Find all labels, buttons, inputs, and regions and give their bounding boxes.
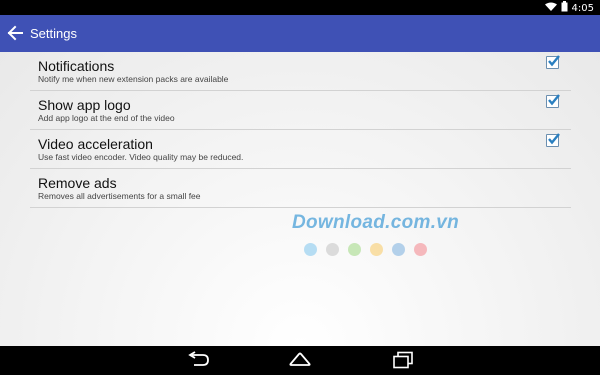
app-bar: Settings (0, 15, 600, 52)
setting-notifications[interactable]: Notifications Notify me when new extensi… (30, 52, 571, 91)
show-app-logo-checkbox[interactable] (546, 94, 560, 108)
recents-nav-icon (390, 351, 416, 373)
settings-content: Notifications Notify me when new extensi… (0, 52, 600, 346)
watermark: Download.com.vn (292, 212, 459, 262)
battery-icon (561, 1, 568, 15)
nav-home-button[interactable] (287, 351, 313, 369)
setting-title: Show app logo (38, 97, 131, 113)
back-nav-icon (186, 351, 212, 373)
back-button[interactable] (4, 22, 26, 44)
setting-title: Remove ads (38, 175, 117, 191)
navigation-bar (0, 346, 600, 375)
setting-title: Video acceleration (38, 136, 153, 152)
settings-list: Notifications Notify me when new extensi… (30, 52, 571, 208)
wifi-icon (544, 2, 557, 15)
setting-summary: Notify me when new extension packs are a… (38, 74, 229, 84)
watermark-dot (326, 243, 339, 256)
status-bar: 4:05 (0, 0, 600, 15)
setting-title: Notifications (38, 58, 115, 74)
status-time: 4:05 (571, 2, 594, 14)
setting-remove-ads[interactable]: Remove ads Removes all advertisements fo… (30, 169, 571, 208)
app-title: Settings (30, 26, 77, 41)
setting-show-app-logo[interactable]: Show app logo Add app logo at the end of… (30, 91, 571, 130)
setting-video-acceleration[interactable]: Video acceleration Use fast video encode… (30, 130, 571, 169)
setting-summary: Use fast video encoder. Video quality ma… (38, 152, 244, 162)
nav-back-button[interactable] (186, 351, 212, 369)
watermark-dot (370, 243, 383, 256)
nav-recents-button[interactable] (390, 351, 416, 369)
watermark-dot (392, 243, 405, 256)
setting-summary: Add app logo at the end of the video (38, 113, 175, 123)
notifications-checkbox[interactable] (546, 55, 560, 69)
status-icons: 4:05 (544, 1, 594, 15)
arrow-left-icon (4, 25, 26, 48)
watermark-text: Download.com.vn (292, 212, 460, 233)
setting-summary: Removes all advertisements for a small f… (38, 191, 201, 201)
watermark-dot (304, 243, 317, 256)
video-acceleration-checkbox[interactable] (546, 133, 560, 147)
home-nav-icon (287, 352, 313, 373)
watermark-dot (348, 243, 361, 256)
watermark-dot (414, 243, 427, 256)
